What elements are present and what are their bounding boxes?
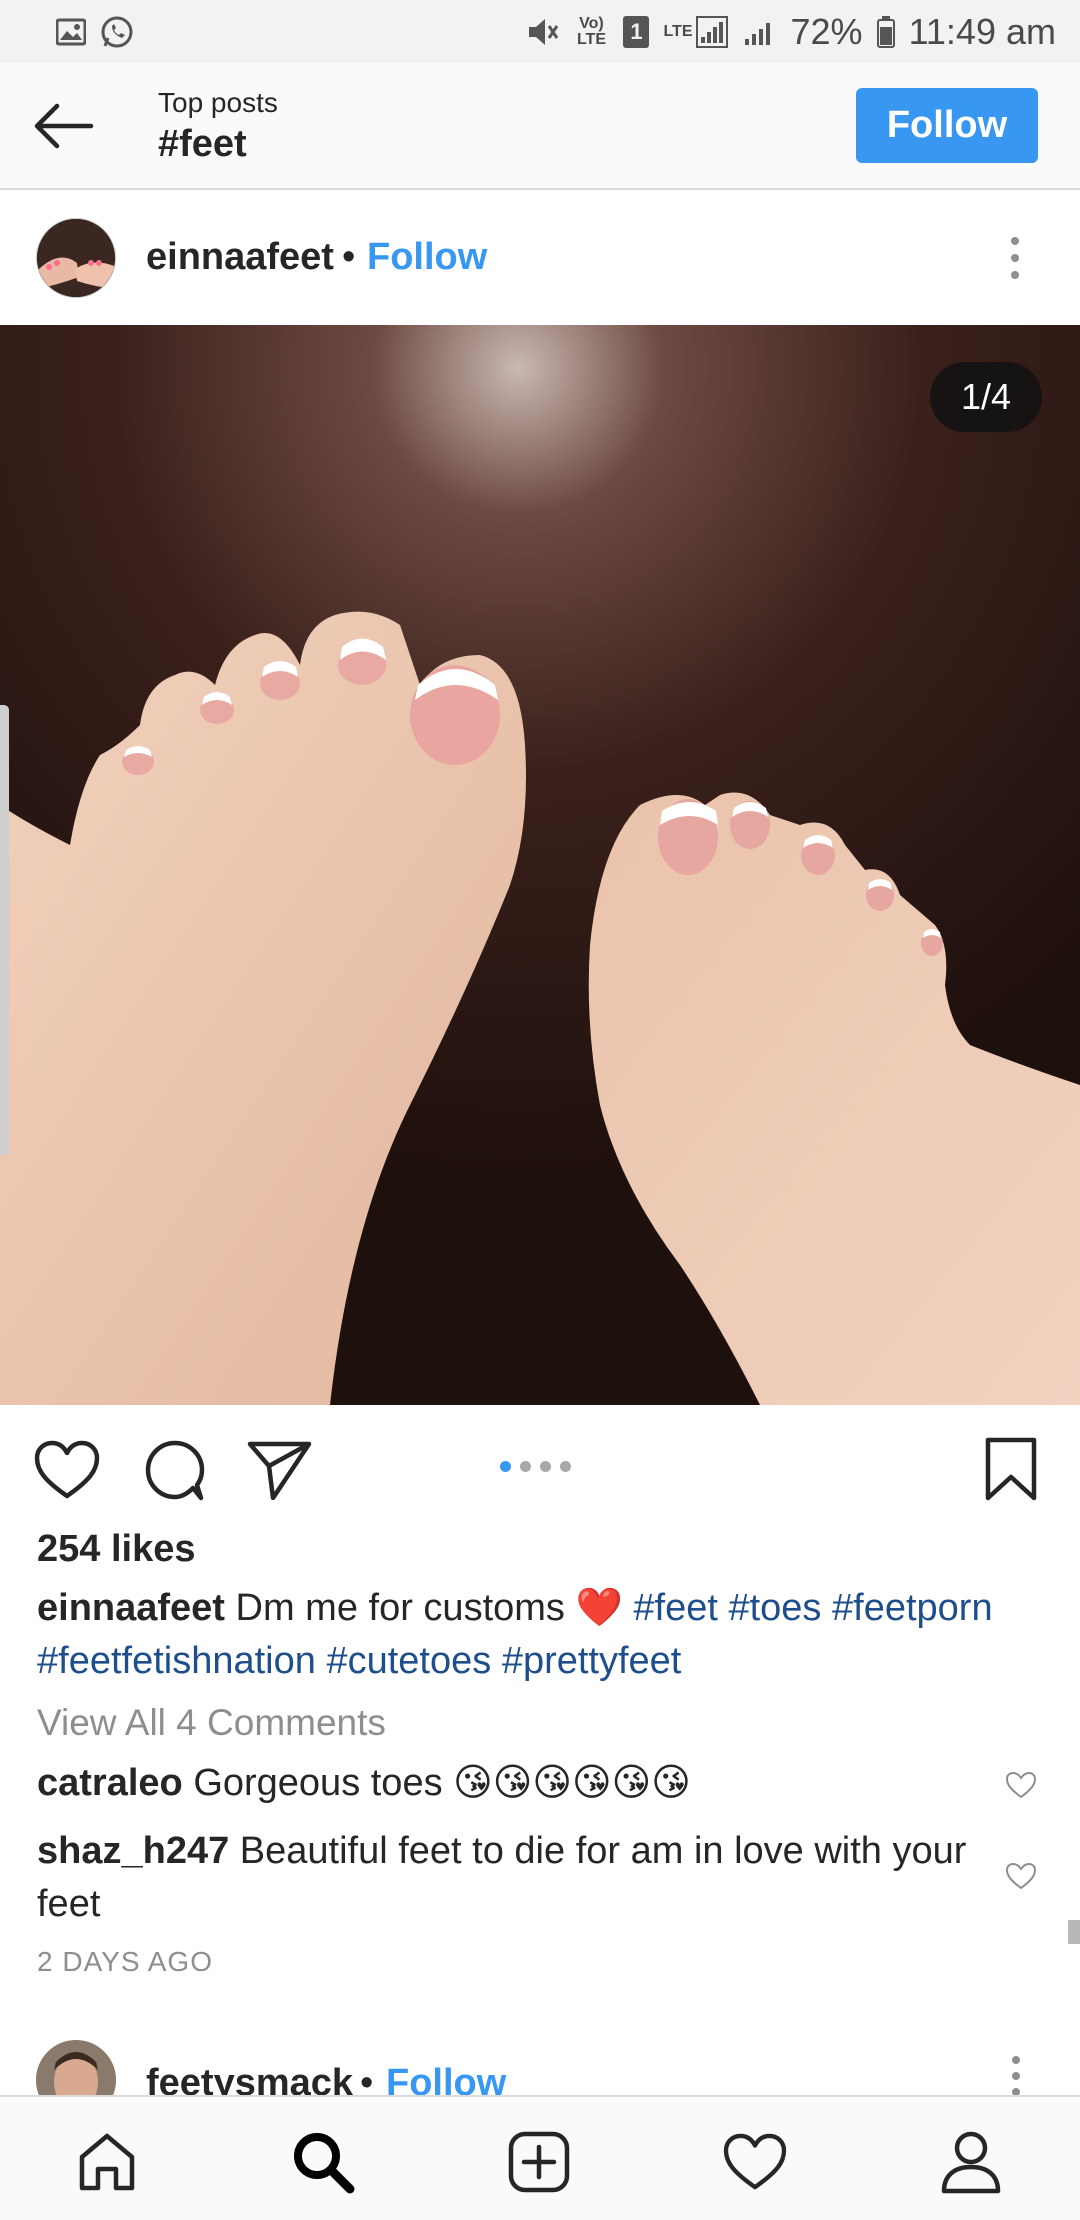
carousel-counter: 1/4 — [930, 362, 1042, 432]
activity-heart-icon[interactable] — [720, 2127, 790, 2197]
comment-icon[interactable] — [140, 1435, 210, 1505]
like-count[interactable]: 254 likes — [37, 1528, 195, 1571]
image-icon — [56, 18, 86, 46]
like-heart-icon[interactable] — [32, 1435, 102, 1505]
post-timestamp: 2 DAYS AGO — [37, 1946, 213, 1977]
top-header: Top posts #feet Follow — [0, 63, 1080, 190]
separator-dot: • — [342, 236, 356, 278]
carousel-dot — [520, 1461, 531, 1472]
header-subtitle: Top posts — [158, 87, 278, 118]
comment-like-heart-icon[interactable] — [1003, 1858, 1039, 1894]
comment-text: Gorgeous toes — [193, 1762, 443, 1804]
caption-username[interactable]: einnaafeet — [37, 1587, 225, 1629]
view-all-comments-link[interactable]: View All 4 Comments — [37, 1702, 386, 1744]
post-photo[interactable]: 1/4 — [0, 325, 1080, 1405]
bottom-nav — [0, 2095, 1080, 2220]
heart-emoji: ❤️ — [575, 1587, 623, 1629]
carousel-dot — [560, 1461, 571, 1472]
volte-icon: Vo) LTE — [576, 14, 606, 48]
mute-icon — [525, 15, 559, 49]
page-edge-indicator — [0, 705, 9, 1155]
status-left — [56, 15, 134, 49]
carousel-dot — [540, 1461, 551, 1472]
caption-text: Dm me for customs — [235, 1587, 565, 1629]
post-username[interactable]: einnaafeet — [146, 236, 334, 279]
share-direct-icon[interactable] — [245, 1435, 315, 1505]
hashtag-link[interactable]: #feet — [633, 1587, 718, 1629]
feet-photo-illustration — [0, 325, 1080, 1405]
whatsapp-icon — [100, 15, 134, 49]
comment-item: catraleo Gorgeous toes 😘😘😘😘😘😘 — [37, 1757, 977, 1810]
post-caption: einnaafeet Dm me for customs ❤️ #feet #t… — [37, 1582, 1047, 1688]
carousel-dots — [500, 1461, 571, 1472]
comment-username[interactable]: catraleo — [37, 1762, 183, 1804]
follow-hashtag-button[interactable]: Follow — [856, 88, 1038, 163]
next-post-header: feetysmack • Follow — [0, 2020, 1080, 2095]
lte-label: LTE — [663, 22, 693, 40]
avatar[interactable] — [36, 2040, 116, 2095]
hashtag-link[interactable]: #feetporn — [832, 1587, 993, 1629]
hashtag-link[interactable]: #feetfetishnation — [37, 1640, 316, 1682]
page-title: #feet — [158, 123, 247, 165]
avatar[interactable] — [36, 218, 116, 298]
follow-user-link[interactable]: Follow — [386, 2062, 506, 2095]
hashtag-link[interactable]: #cutetoes — [326, 1640, 491, 1682]
comment-like-heart-icon[interactable] — [1003, 1767, 1039, 1803]
lte-signal-icon: LTE — [663, 15, 728, 49]
save-bookmark-icon[interactable] — [976, 1435, 1046, 1505]
post-header: einnaafeet • Follow — [0, 190, 1080, 325]
search-icon[interactable] — [288, 2127, 358, 2197]
scroll-indicator — [1068, 1920, 1080, 1944]
profile-icon[interactable] — [936, 2127, 1006, 2197]
separator-dot: • — [360, 2062, 374, 2095]
comment-emoji: 😘😘😘😘😘😘 — [453, 1762, 691, 1804]
next-post-username[interactable]: feetysmack — [146, 2062, 353, 2095]
more-options-icon[interactable] — [995, 233, 1035, 283]
add-icon[interactable] — [504, 2127, 574, 2197]
back-arrow-icon[interactable] — [28, 93, 98, 159]
more-options-icon[interactable] — [1012, 2056, 1020, 2095]
hashtag-link[interactable]: #prettyfeet — [502, 1640, 682, 1682]
clock: 11:49 am — [908, 10, 1056, 52]
signal-icon — [743, 17, 777, 47]
status-right: Vo) LTE 1 LTE 72% 11:49 am — [525, 11, 1056, 53]
post-actions — [0, 1405, 1080, 1525]
battery-percent: 72% — [790, 10, 863, 52]
carousel-dot-active — [500, 1461, 511, 1472]
comment-item: shaz_h247 Beautiful feet to die for am i… — [37, 1825, 977, 1931]
battery-icon — [876, 15, 895, 48]
status-bar: Vo) LTE 1 LTE 72% 11:49 am — [0, 0, 1080, 63]
hashtag-link[interactable]: #toes — [728, 1587, 821, 1629]
comment-username[interactable]: shaz_h247 — [37, 1830, 229, 1872]
home-icon[interactable] — [72, 2127, 142, 2197]
sim-icon: 1 — [623, 15, 650, 48]
follow-user-link[interactable]: Follow — [367, 236, 487, 279]
